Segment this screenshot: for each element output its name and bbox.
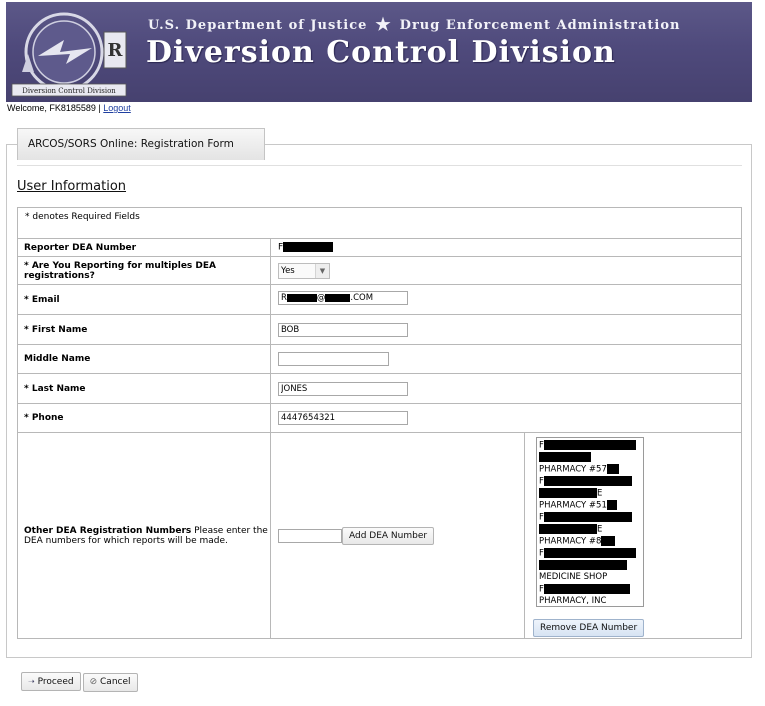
agency-name: U.S. Department of Justice [148, 18, 368, 33]
last-name-label: * Last Name [17, 373, 271, 404]
cancel-button[interactable]: ⊘ Cancel [82, 673, 138, 692]
separator: | [98, 103, 101, 113]
reporter-dea-label: Reporter DEA Number [17, 238, 271, 257]
reporter-dea-value: F [270, 238, 742, 257]
multiple-dea-label: * Are You Reporting for multiples DEA re… [17, 256, 271, 285]
agency-line: U.S. Department of Justice ★ Drug Enforcem… [148, 15, 680, 35]
middle-name-field[interactable] [278, 352, 389, 366]
first-name-label: * First Name [17, 314, 271, 345]
phone-label: * Phone [17, 403, 271, 433]
user-info-table: * denotes Required Fields Reporter DEA N… [17, 207, 742, 639]
svg-text:R: R [108, 40, 124, 61]
add-dea-number-button[interactable]: Add DEA Number [342, 526, 435, 545]
site-title: Diversion Control Division [146, 35, 616, 70]
chevron-down-icon: ▼ [315, 263, 329, 278]
remove-dea-number-button[interactable]: Remove DEA Number [533, 619, 645, 637]
email-label: * Email [17, 284, 271, 315]
proceed-button[interactable]: ➝ Proceed [21, 672, 81, 691]
phone-field[interactable] [278, 411, 408, 425]
divider [17, 165, 742, 166]
svg-text:Diversion Control Division: Diversion Control Division [22, 87, 116, 95]
email-field[interactable]: R @ .COM [278, 291, 408, 305]
header-banner: R Diversion Control Division U.S. Depart… [6, 2, 752, 102]
first-name-field[interactable] [278, 322, 408, 337]
list-item[interactable]: F E PHARMACY #8 [539, 512, 641, 548]
welcome-line: Welcome, FK8185589 | Logout [7, 103, 131, 113]
division-name: Drug Enforcement Administration [399, 18, 681, 33]
multiple-dea-select[interactable]: Yes ▼ [278, 262, 330, 279]
list-item[interactable]: F PHARMACY, INC [539, 583, 641, 607]
list-item[interactable]: F PHARMACY #57 [539, 440, 641, 476]
other-dea-input[interactable] [278, 528, 342, 543]
star-icon: ★ [375, 15, 392, 35]
tab-registration-form[interactable]: ARCOS/SORS Online: Registration Form [17, 128, 265, 160]
list-item[interactable]: F MEDICINE SHOP [539, 548, 641, 584]
cancel-icon: ⊘ [89, 677, 98, 687]
dea-number-list[interactable]: F PHARMACY #57 F E PHARMACY #51 F E PHARMACY … [536, 437, 644, 607]
middle-name-label: Middle Name [17, 344, 271, 374]
redaction [283, 242, 334, 253]
logout-link[interactable]: Logout [103, 103, 131, 113]
last-name-field[interactable] [278, 381, 408, 396]
dea-seal-logo: R Diversion Control Division [11, 12, 127, 97]
arrow-right-icon: ➝ [28, 677, 35, 686]
required-note: * denotes Required Fields [17, 207, 742, 239]
form-actions: ➝ Proceed ⊘ Cancel [21, 672, 140, 692]
other-dea-label: Other DEA Registration Numbers Please en… [17, 432, 271, 639]
section-title: User Information [17, 179, 127, 194]
welcome-text: Welcome, FK8185589 [7, 103, 96, 113]
list-item[interactable]: F E PHARMACY #51 [539, 476, 641, 512]
